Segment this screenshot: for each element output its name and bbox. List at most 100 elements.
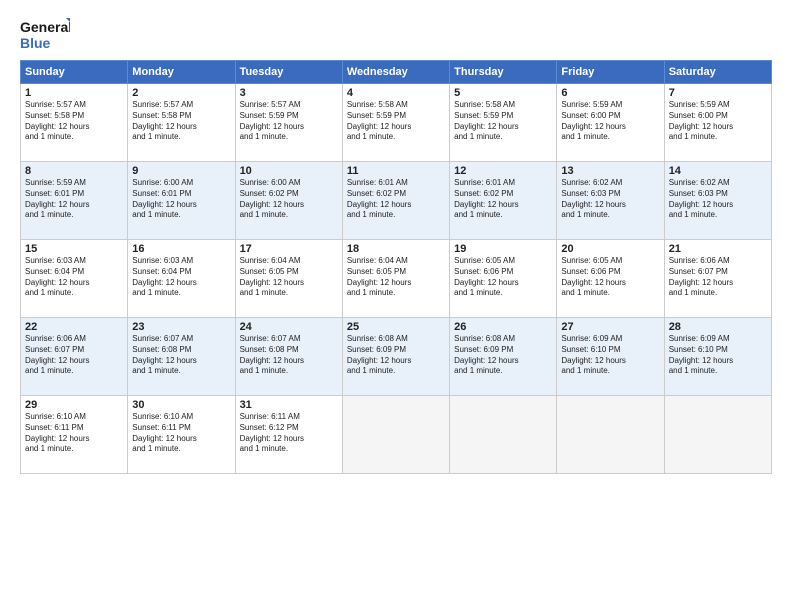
- day-info: Sunrise: 6:08 AM Sunset: 6:09 PM Dayligh…: [347, 334, 445, 377]
- header-tuesday: Tuesday: [235, 61, 342, 84]
- calendar-cell: 30Sunrise: 6:10 AM Sunset: 6:11 PM Dayli…: [128, 396, 235, 474]
- day-info: Sunrise: 6:06 AM Sunset: 6:07 PM Dayligh…: [669, 256, 767, 299]
- calendar-cell: 8Sunrise: 5:59 AM Sunset: 6:01 PM Daylig…: [21, 162, 128, 240]
- day-info: Sunrise: 5:59 AM Sunset: 6:00 PM Dayligh…: [669, 100, 767, 143]
- day-info: Sunrise: 5:57 AM Sunset: 5:58 PM Dayligh…: [132, 100, 230, 143]
- header-friday: Friday: [557, 61, 664, 84]
- calendar-cell: 9Sunrise: 6:00 AM Sunset: 6:01 PM Daylig…: [128, 162, 235, 240]
- calendar-cell: 11Sunrise: 6:01 AM Sunset: 6:02 PM Dayli…: [342, 162, 449, 240]
- day-info: Sunrise: 5:58 AM Sunset: 5:59 PM Dayligh…: [347, 100, 445, 143]
- calendar-cell: 23Sunrise: 6:07 AM Sunset: 6:08 PM Dayli…: [128, 318, 235, 396]
- calendar-cell: 2Sunrise: 5:57 AM Sunset: 5:58 PM Daylig…: [128, 84, 235, 162]
- header-monday: Monday: [128, 61, 235, 84]
- header-sunday: Sunday: [21, 61, 128, 84]
- day-number: 23: [132, 321, 230, 333]
- calendar-cell: 10Sunrise: 6:00 AM Sunset: 6:02 PM Dayli…: [235, 162, 342, 240]
- calendar-cell: 14Sunrise: 6:02 AM Sunset: 6:03 PM Dayli…: [664, 162, 771, 240]
- day-number: 4: [347, 87, 445, 99]
- day-number: 5: [454, 87, 552, 99]
- day-info: Sunrise: 6:10 AM Sunset: 6:11 PM Dayligh…: [25, 412, 123, 455]
- header-thursday: Thursday: [450, 61, 557, 84]
- calendar-cell: 3Sunrise: 5:57 AM Sunset: 5:59 PM Daylig…: [235, 84, 342, 162]
- day-number: 25: [347, 321, 445, 333]
- day-info: Sunrise: 6:00 AM Sunset: 6:02 PM Dayligh…: [240, 178, 338, 221]
- day-info: Sunrise: 6:04 AM Sunset: 6:05 PM Dayligh…: [240, 256, 338, 299]
- day-info: Sunrise: 5:57 AM Sunset: 5:58 PM Dayligh…: [25, 100, 123, 143]
- day-number: 29: [25, 399, 123, 411]
- day-info: Sunrise: 5:58 AM Sunset: 5:59 PM Dayligh…: [454, 100, 552, 143]
- day-info: Sunrise: 6:11 AM Sunset: 6:12 PM Dayligh…: [240, 412, 338, 455]
- calendar-cell: 20Sunrise: 6:05 AM Sunset: 6:06 PM Dayli…: [557, 240, 664, 318]
- calendar-cell: [450, 396, 557, 474]
- calendar-week-3: 15Sunrise: 6:03 AM Sunset: 6:04 PM Dayli…: [21, 240, 772, 318]
- day-info: Sunrise: 6:07 AM Sunset: 6:08 PM Dayligh…: [132, 334, 230, 377]
- svg-text:Blue: Blue: [20, 35, 51, 51]
- calendar-cell: 31Sunrise: 6:11 AM Sunset: 6:12 PM Dayli…: [235, 396, 342, 474]
- calendar-cell: [664, 396, 771, 474]
- calendar-cell: 27Sunrise: 6:09 AM Sunset: 6:10 PM Dayli…: [557, 318, 664, 396]
- calendar-week-5: 29Sunrise: 6:10 AM Sunset: 6:11 PM Dayli…: [21, 396, 772, 474]
- day-info: Sunrise: 6:01 AM Sunset: 6:02 PM Dayligh…: [347, 178, 445, 221]
- day-number: 31: [240, 399, 338, 411]
- day-number: 9: [132, 165, 230, 177]
- header-saturday: Saturday: [664, 61, 771, 84]
- day-info: Sunrise: 5:59 AM Sunset: 6:01 PM Dayligh…: [25, 178, 123, 221]
- day-info: Sunrise: 6:10 AM Sunset: 6:11 PM Dayligh…: [132, 412, 230, 455]
- day-number: 22: [25, 321, 123, 333]
- day-number: 17: [240, 243, 338, 255]
- calendar-cell: 21Sunrise: 6:06 AM Sunset: 6:07 PM Dayli…: [664, 240, 771, 318]
- day-info: Sunrise: 6:04 AM Sunset: 6:05 PM Dayligh…: [347, 256, 445, 299]
- day-number: 10: [240, 165, 338, 177]
- calendar-cell: [557, 396, 664, 474]
- logo: General Blue: [20, 16, 70, 52]
- calendar-cell: 16Sunrise: 6:03 AM Sunset: 6:04 PM Dayli…: [128, 240, 235, 318]
- header-wednesday: Wednesday: [342, 61, 449, 84]
- calendar-cell: 12Sunrise: 6:01 AM Sunset: 6:02 PM Dayli…: [450, 162, 557, 240]
- calendar-cell: 5Sunrise: 5:58 AM Sunset: 5:59 PM Daylig…: [450, 84, 557, 162]
- day-info: Sunrise: 6:02 AM Sunset: 6:03 PM Dayligh…: [561, 178, 659, 221]
- day-info: Sunrise: 6:08 AM Sunset: 6:09 PM Dayligh…: [454, 334, 552, 377]
- day-info: Sunrise: 5:59 AM Sunset: 6:00 PM Dayligh…: [561, 100, 659, 143]
- day-number: 11: [347, 165, 445, 177]
- day-info: Sunrise: 5:57 AM Sunset: 5:59 PM Dayligh…: [240, 100, 338, 143]
- day-info: Sunrise: 6:07 AM Sunset: 6:08 PM Dayligh…: [240, 334, 338, 377]
- day-number: 18: [347, 243, 445, 255]
- calendar-week-4: 22Sunrise: 6:06 AM Sunset: 6:07 PM Dayli…: [21, 318, 772, 396]
- calendar-cell: 17Sunrise: 6:04 AM Sunset: 6:05 PM Dayli…: [235, 240, 342, 318]
- day-info: Sunrise: 6:02 AM Sunset: 6:03 PM Dayligh…: [669, 178, 767, 221]
- day-info: Sunrise: 6:05 AM Sunset: 6:06 PM Dayligh…: [454, 256, 552, 299]
- day-number: 12: [454, 165, 552, 177]
- calendar-cell: 28Sunrise: 6:09 AM Sunset: 6:10 PM Dayli…: [664, 318, 771, 396]
- day-number: 1: [25, 87, 123, 99]
- day-number: 28: [669, 321, 767, 333]
- calendar-week-1: 1Sunrise: 5:57 AM Sunset: 5:58 PM Daylig…: [21, 84, 772, 162]
- day-number: 13: [561, 165, 659, 177]
- day-number: 6: [561, 87, 659, 99]
- calendar-cell: 29Sunrise: 6:10 AM Sunset: 6:11 PM Dayli…: [21, 396, 128, 474]
- day-number: 14: [669, 165, 767, 177]
- day-number: 27: [561, 321, 659, 333]
- day-number: 20: [561, 243, 659, 255]
- header-row: SundayMondayTuesdayWednesdayThursdayFrid…: [21, 61, 772, 84]
- day-info: Sunrise: 6:09 AM Sunset: 6:10 PM Dayligh…: [669, 334, 767, 377]
- day-info: Sunrise: 6:01 AM Sunset: 6:02 PM Dayligh…: [454, 178, 552, 221]
- calendar-cell: 1Sunrise: 5:57 AM Sunset: 5:58 PM Daylig…: [21, 84, 128, 162]
- day-info: Sunrise: 6:06 AM Sunset: 6:07 PM Dayligh…: [25, 334, 123, 377]
- calendar-cell: 15Sunrise: 6:03 AM Sunset: 6:04 PM Dayli…: [21, 240, 128, 318]
- day-number: 21: [669, 243, 767, 255]
- day-number: 24: [240, 321, 338, 333]
- calendar-cell: 6Sunrise: 5:59 AM Sunset: 6:00 PM Daylig…: [557, 84, 664, 162]
- calendar-cell: 25Sunrise: 6:08 AM Sunset: 6:09 PM Dayli…: [342, 318, 449, 396]
- calendar-cell: 24Sunrise: 6:07 AM Sunset: 6:08 PM Dayli…: [235, 318, 342, 396]
- header: General Blue: [20, 16, 772, 52]
- day-number: 2: [132, 87, 230, 99]
- day-info: Sunrise: 6:03 AM Sunset: 6:04 PM Dayligh…: [25, 256, 123, 299]
- day-number: 16: [132, 243, 230, 255]
- day-info: Sunrise: 6:09 AM Sunset: 6:10 PM Dayligh…: [561, 334, 659, 377]
- day-number: 19: [454, 243, 552, 255]
- day-number: 3: [240, 87, 338, 99]
- svg-text:General: General: [20, 19, 70, 35]
- calendar-cell: 22Sunrise: 6:06 AM Sunset: 6:07 PM Dayli…: [21, 318, 128, 396]
- day-number: 8: [25, 165, 123, 177]
- calendar-cell: 7Sunrise: 5:59 AM Sunset: 6:00 PM Daylig…: [664, 84, 771, 162]
